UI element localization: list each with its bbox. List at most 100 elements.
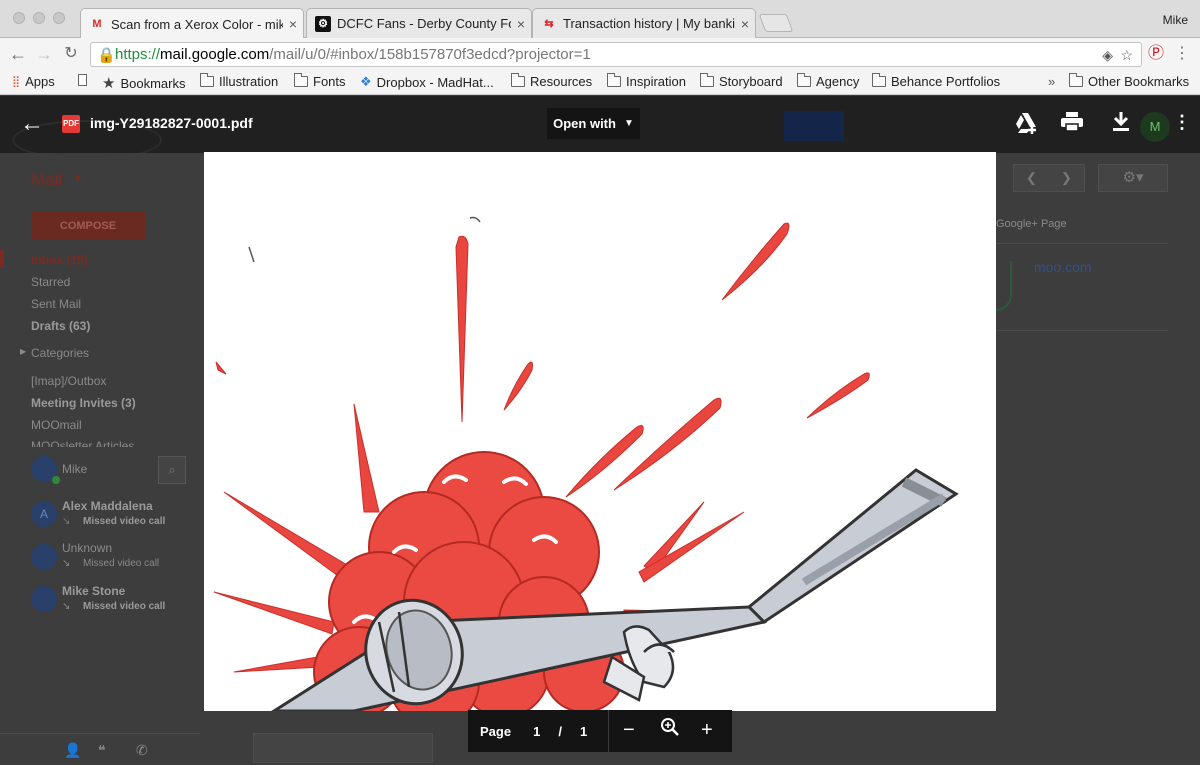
person-icon[interactable]: 👤 — [64, 742, 81, 759]
chat-search-icon[interactable]: ⌕ — [158, 456, 186, 484]
open-with-button[interactable]: Open with ▼ — [547, 108, 640, 139]
current-page-input[interactable]: 1 — [533, 724, 540, 739]
nav-categories[interactable]: Categories — [31, 346, 89, 360]
pinterest-icon[interactable]: Ⓟ — [1146, 44, 1166, 64]
missed-video-icon: ↘ — [62, 601, 71, 612]
more-vert-icon[interactable]: ⋮ — [1173, 112, 1191, 133]
url-path: /mail/u/0/#inbox/158b157870f3edcd?projec… — [269, 46, 591, 63]
hangouts-icon[interactable]: ❝ — [98, 742, 106, 759]
zoom-window-button[interactable] — [53, 12, 65, 24]
bookmark-star-icon[interactable]: ☆ — [1120, 47, 1133, 64]
splatter-streak — [806, 372, 870, 419]
bookmark-page[interactable] — [78, 74, 92, 86]
chevron-left-icon[interactable]: ❮ — [1026, 170, 1037, 186]
splatter-streak — [215, 361, 227, 375]
bookmark-agency[interactable]: Agency — [797, 73, 860, 89]
new-tab-button[interactable] — [758, 14, 794, 32]
bookmark-bookmarks[interactable]: ★ Bookmarks — [102, 74, 185, 92]
bookmark-inspiration[interactable]: Inspiration — [607, 73, 686, 89]
nav-outbox[interactable]: [Imap]/Outbox — [31, 374, 106, 388]
bookmark-label: Behance Portfolios — [891, 74, 1001, 89]
extension-eye-icon[interactable]: ◈ — [1102, 47, 1113, 64]
close-tab-icon[interactable]: × — [741, 16, 749, 32]
bookmark-label: Fonts — [313, 74, 346, 89]
splatter-streak — [503, 361, 533, 411]
chevron-down-icon: ▼ — [73, 173, 83, 184]
print-icon[interactable] — [1061, 112, 1083, 138]
contact-name[interactable]: Alex Maddalena — [62, 499, 153, 513]
gmail-icon: M — [92, 18, 102, 30]
phone-icon[interactable]: ✆ — [136, 742, 148, 759]
zoom-in-icon[interactable]: + — [701, 719, 713, 742]
avatar[interactable] — [31, 586, 57, 612]
page-separator: / — [558, 723, 562, 739]
forward-icon[interactable]: → — [34, 44, 54, 64]
bookmark-storyboard[interactable]: Storyboard — [700, 73, 783, 89]
minimize-window-button[interactable] — [33, 12, 45, 24]
pagination-buttons[interactable]: ❮ ❯ — [1013, 164, 1085, 192]
moo-link[interactable]: moo.com — [1034, 259, 1092, 275]
total-pages: 1 — [579, 723, 588, 739]
bookmark-other[interactable]: Other Bookmarks — [1069, 73, 1189, 89]
bookmark-fonts[interactable]: Fonts — [294, 73, 346, 89]
mail-label[interactable]: Mail — [31, 170, 62, 190]
avatar[interactable]: A — [31, 501, 57, 527]
avatar[interactable]: M — [1140, 112, 1170, 142]
tab-title: DCFC Fans - Derby County Fo — [337, 16, 511, 31]
tab-dcfc[interactable]: ⚙ DCFC Fans - Derby County Fo × — [306, 8, 532, 38]
close-tab-icon[interactable]: × — [517, 16, 525, 32]
bookmark-apps[interactable]: ⣿ Apps — [12, 74, 55, 89]
contact-name[interactable]: Unknown — [62, 541, 112, 555]
address-bar[interactable]: 🔒 https:// mail.google.com /mail/u/0/#in… — [90, 42, 1142, 67]
nav-inbox[interactable]: Inbox (15) — [31, 253, 88, 267]
close-tab-icon[interactable]: × — [289, 16, 297, 32]
close-window-button[interactable] — [13, 12, 25, 24]
page-label: Page — [480, 723, 512, 739]
dropbox-icon: ❖ — [360, 74, 372, 89]
url-host: mail.google.com — [160, 46, 270, 63]
divider — [0, 733, 200, 734]
zoom-icon[interactable] — [660, 717, 680, 743]
bookmark-dropbox[interactable]: ❖ Dropbox - MadHat... — [360, 74, 494, 90]
bookmark-behance[interactable]: Behance Portfolios — [872, 73, 1001, 89]
nav-moosletter[interactable]: MOOsletter Articles — [31, 439, 134, 447]
chat-input-ghost — [253, 733, 433, 763]
add-to-drive-icon[interactable] — [1014, 112, 1038, 140]
bookmark-illustration[interactable]: Illustration — [200, 73, 278, 89]
nav-starred[interactable]: Starred — [31, 275, 70, 289]
back-icon[interactable]: ← — [8, 44, 28, 64]
divider — [996, 330, 1168, 331]
nav-drafts[interactable]: Drafts (63) — [31, 319, 90, 333]
pdf-file-icon: PDF — [62, 115, 80, 133]
avatar[interactable] — [31, 544, 57, 570]
splatter-streak — [213, 591, 335, 635]
chrome-menu-icon[interactable]: ⋮ — [1172, 44, 1192, 64]
download-icon[interactable] — [1112, 112, 1130, 138]
page-icon — [78, 74, 87, 86]
back-arrow-icon[interactable]: ← — [20, 110, 44, 138]
bookmark-resources[interactable]: Resources — [511, 73, 592, 89]
folder-icon — [797, 73, 811, 87]
preview-header: ← PDF img-Y29182827-0001.pdf Open with ▼… — [0, 96, 1200, 160]
chat-user-name[interactable]: Mike — [62, 462, 87, 476]
printer-glyph — [1061, 112, 1083, 132]
nav-meeting-invites[interactable]: Meeting Invites (3) — [31, 396, 136, 410]
compose-button[interactable]: COMPOSE — [31, 212, 145, 240]
nav-sent[interactable]: Sent Mail — [31, 297, 81, 311]
splatter-streak — [455, 235, 469, 423]
tab-bank[interactable]: ⇆ Transaction history | My banki × — [532, 8, 756, 38]
bookmarks-overflow-button[interactable]: » — [1048, 74, 1055, 89]
tab-gmail[interactable]: M Scan from a Xerox Color - mik × — [80, 8, 304, 39]
chevron-right-icon[interactable]: ❯ — [1061, 170, 1072, 186]
baseball-bat-explosion-drawing — [213, 216, 959, 711]
settings-gear-icon[interactable]: ⚙▾ — [1098, 164, 1168, 192]
profile-name[interactable]: Mike — [1163, 13, 1188, 27]
nav-moomail[interactable]: MOOmail — [31, 418, 82, 432]
open-with-label: Open with — [553, 116, 616, 131]
bookmark-label: Agency — [816, 74, 860, 89]
contact-name[interactable]: Mike Stone — [62, 584, 125, 598]
contact-status: Missed video call — [83, 601, 166, 612]
url-scheme: https:// — [115, 46, 161, 63]
zoom-out-icon[interactable]: − — [623, 719, 635, 742]
reload-icon[interactable]: ↻ — [61, 44, 81, 64]
